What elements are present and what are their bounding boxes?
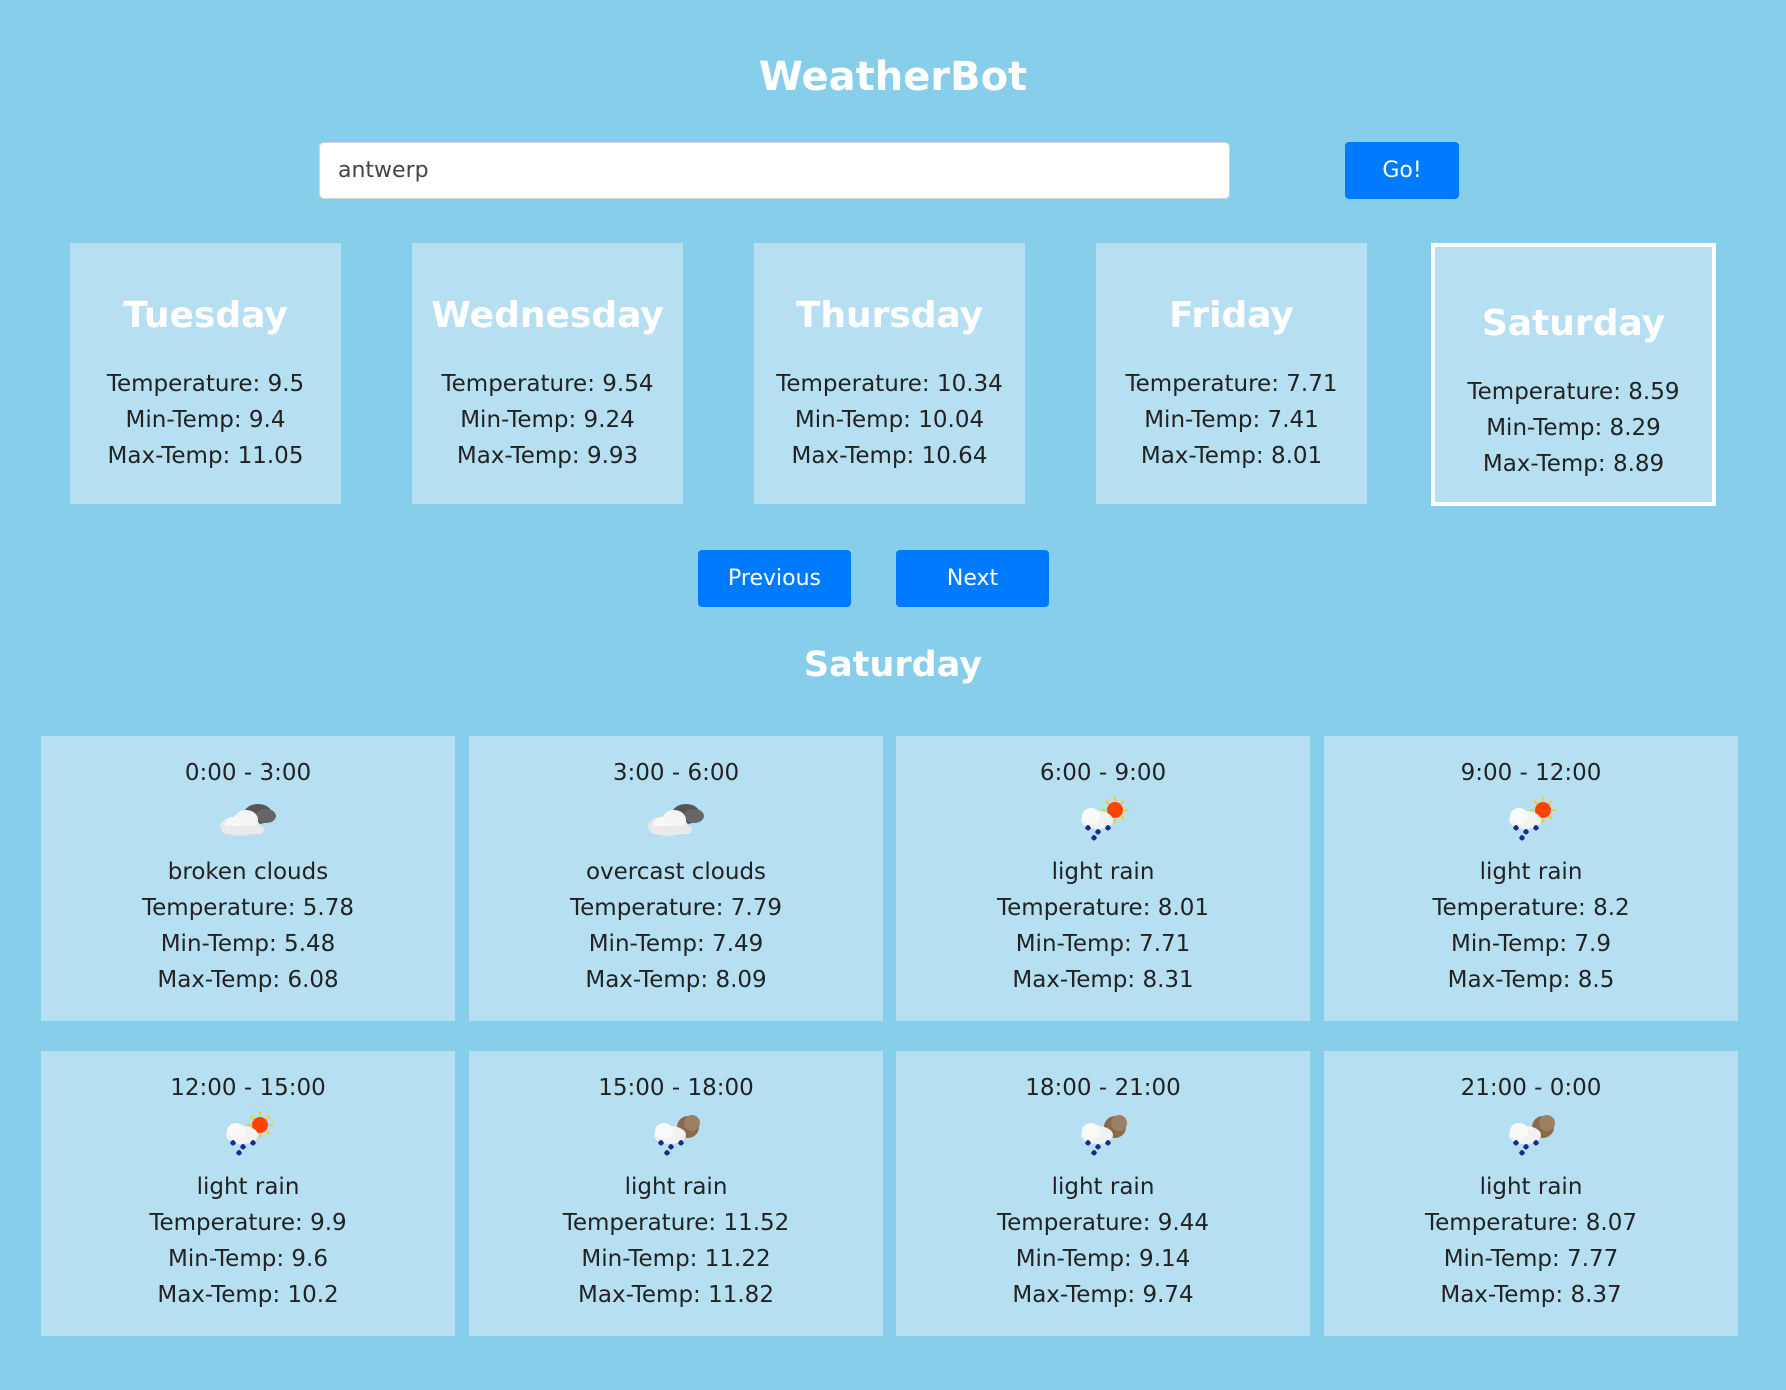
cloud-icon bbox=[648, 804, 704, 836]
slot-max-temp: Max-Temp: 8.37 bbox=[1440, 1282, 1622, 1308]
slot-temperature: Temperature: 8.01 bbox=[997, 895, 1209, 921]
app-title: WeatherBot bbox=[758, 54, 1028, 100]
selected-day-title: Saturday bbox=[803, 645, 983, 685]
day-name: Friday bbox=[1169, 295, 1294, 336]
day-max-temp: Max-Temp: 8.01 bbox=[1140, 443, 1323, 469]
slot-min-temp: Min-Temp: 11.22 bbox=[581, 1246, 771, 1272]
day-max-temp: Max-Temp: 8.89 bbox=[1482, 451, 1665, 477]
slot-time: 6:00 - 9:00 bbox=[1039, 760, 1167, 786]
slot-time: 9:00 - 12:00 bbox=[1460, 760, 1602, 786]
slot-max-temp: Max-Temp: 8.31 bbox=[1012, 967, 1194, 993]
slot-description: light rain bbox=[1479, 1174, 1583, 1200]
rain-moon-icon bbox=[654, 1115, 700, 1156]
slot-min-temp: Min-Temp: 7.49 bbox=[588, 931, 764, 957]
rain-sun-icon bbox=[1080, 796, 1129, 842]
rain-moon-icon bbox=[1509, 1115, 1555, 1156]
day-card-friday[interactable]: Friday Temperature: 7.71 Min-Temp: 7.41 … bbox=[1096, 243, 1367, 504]
forecast-slot: 9:00 - 12:00 light rain Temperature: 8.2… bbox=[1324, 736, 1738, 1021]
slot-temperature: Temperature: 8.07 bbox=[1425, 1210, 1637, 1236]
slot-time: 21:00 - 0:00 bbox=[1460, 1075, 1602, 1101]
day-temperature: Temperature: 9.54 bbox=[441, 371, 654, 397]
slot-description: light rain bbox=[624, 1174, 728, 1200]
forecast-slot: 12:00 - 15:00 light rain Temperature: 9.… bbox=[41, 1051, 455, 1336]
rain-sun-icon bbox=[225, 1111, 274, 1157]
day-max-temp: Max-Temp: 9.93 bbox=[456, 443, 639, 469]
slot-time: 15:00 - 18:00 bbox=[598, 1075, 754, 1101]
slot-description: broken clouds bbox=[167, 859, 329, 885]
day-min-temp: Min-Temp: 8.29 bbox=[1486, 415, 1661, 441]
slot-max-temp: Max-Temp: 10.2 bbox=[157, 1282, 339, 1308]
day-temperature: Temperature: 9.5 bbox=[106, 371, 305, 397]
forecast-slot: 6:00 - 9:00 light rain Temperature: 8.01… bbox=[896, 736, 1310, 1021]
day-temperature: Temperature: 7.71 bbox=[1125, 371, 1338, 397]
day-card-thursday[interactable]: Thursday Temperature: 10.34 Min-Temp: 10… bbox=[754, 243, 1025, 504]
day-min-temp: Min-Temp: 7.41 bbox=[1144, 407, 1319, 433]
go-button[interactable]: Go! bbox=[1345, 142, 1459, 199]
slot-time: 18:00 - 21:00 bbox=[1025, 1075, 1181, 1101]
slot-temperature: Temperature: 8.2 bbox=[1432, 895, 1630, 921]
day-name: Saturday bbox=[1481, 303, 1666, 344]
forecast-slot: 18:00 - 21:00 light rain Temperature: 9.… bbox=[896, 1051, 1310, 1336]
day-max-temp: Max-Temp: 10.64 bbox=[791, 443, 988, 469]
day-temperature: Temperature: 8.59 bbox=[1467, 379, 1680, 405]
slot-description: overcast clouds bbox=[585, 859, 767, 885]
forecast-slot: 21:00 - 0:00 light rain Temperature: 8.0… bbox=[1324, 1051, 1738, 1336]
slot-time: 12:00 - 15:00 bbox=[170, 1075, 326, 1101]
slot-description: light rain bbox=[1051, 1174, 1155, 1200]
slot-min-temp: Min-Temp: 9.6 bbox=[168, 1246, 328, 1272]
cloud-icon bbox=[220, 804, 276, 836]
day-max-temp: Max-Temp: 11.05 bbox=[107, 443, 304, 469]
forecast-slot: 0:00 - 3:00 broken clouds Temperature: 5… bbox=[41, 736, 455, 1021]
day-name: Tuesday bbox=[123, 295, 288, 336]
slot-temperature: Temperature: 9.44 bbox=[997, 1210, 1209, 1236]
day-min-temp: Min-Temp: 9.24 bbox=[460, 407, 635, 433]
slot-description: light rain bbox=[1051, 859, 1155, 885]
next-button[interactable]: Next bbox=[896, 550, 1049, 607]
slot-max-temp: Max-Temp: 8.09 bbox=[585, 967, 767, 993]
city-search-input[interactable] bbox=[319, 142, 1230, 199]
slot-max-temp: Max-Temp: 6.08 bbox=[157, 967, 339, 993]
day-card-wednesday[interactable]: Wednesday Temperature: 9.54 Min-Temp: 9.… bbox=[412, 243, 683, 504]
slot-temperature: Temperature: 7.79 bbox=[570, 895, 782, 921]
slot-min-temp: Min-Temp: 7.9 bbox=[1451, 931, 1611, 957]
slot-min-temp: Min-Temp: 9.14 bbox=[1015, 1246, 1191, 1272]
slot-time: 0:00 - 3:00 bbox=[184, 760, 312, 786]
slot-max-temp: Max-Temp: 11.82 bbox=[578, 1282, 774, 1308]
previous-button[interactable]: Previous bbox=[698, 550, 851, 607]
day-min-temp: Min-Temp: 9.4 bbox=[125, 407, 286, 433]
slot-max-temp: Max-Temp: 9.74 bbox=[1012, 1282, 1194, 1308]
day-name: Thursday bbox=[795, 295, 984, 336]
slot-temperature: Temperature: 5.78 bbox=[142, 895, 354, 921]
day-card-tuesday[interactable]: Tuesday Temperature: 9.5 Min-Temp: 9.4 M… bbox=[70, 243, 341, 504]
rain-sun-icon bbox=[1508, 796, 1557, 842]
day-name: Wednesday bbox=[431, 295, 664, 336]
slot-description: light rain bbox=[196, 1174, 300, 1200]
forecast-slot: 15:00 - 18:00 light rain Temperature: 11… bbox=[469, 1051, 883, 1336]
slot-min-temp: Min-Temp: 7.77 bbox=[1443, 1246, 1619, 1272]
day-min-temp: Min-Temp: 10.04 bbox=[794, 407, 985, 433]
day-temperature: Temperature: 10.34 bbox=[776, 371, 1003, 397]
slot-min-temp: Min-Temp: 7.71 bbox=[1015, 931, 1191, 957]
slot-temperature: Temperature: 11.52 bbox=[562, 1210, 790, 1236]
slot-min-temp: Min-Temp: 5.48 bbox=[160, 931, 336, 957]
slot-description: light rain bbox=[1479, 859, 1583, 885]
slot-max-temp: Max-Temp: 8.5 bbox=[1447, 967, 1615, 993]
day-card-saturday[interactable]: Saturday Temperature: 8.59 Min-Temp: 8.2… bbox=[1431, 243, 1716, 506]
rain-moon-icon bbox=[1081, 1115, 1127, 1156]
slot-temperature: Temperature: 9.9 bbox=[149, 1210, 347, 1236]
slot-time: 3:00 - 6:00 bbox=[612, 760, 740, 786]
forecast-slot: 3:00 - 6:00 overcast clouds Temperature:… bbox=[469, 736, 883, 1021]
